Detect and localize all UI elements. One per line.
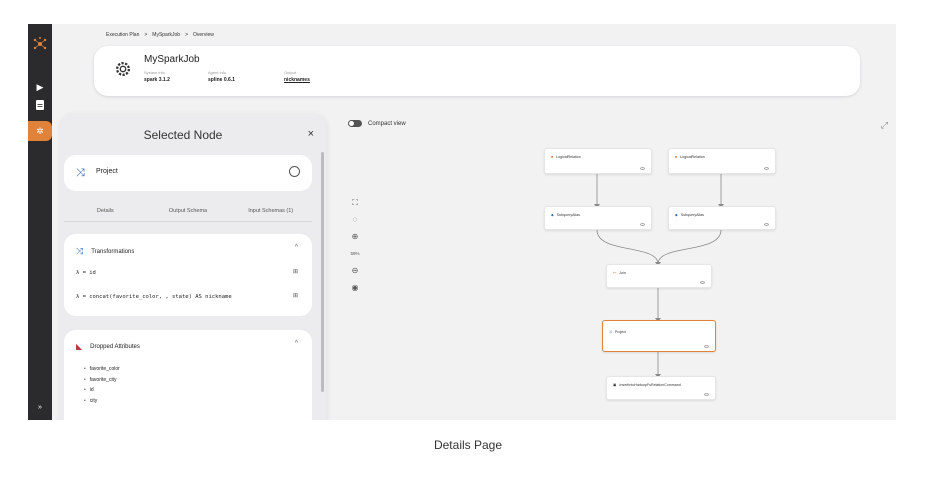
system-info-value: spark 3.1.2 <box>144 77 170 83</box>
node-label: Join <box>619 271 626 275</box>
agent-info-value: spline 0.6.1 <box>208 77 235 83</box>
tag-icon: ◆ <box>551 213 554 217</box>
shuffle-icon: ⤨ <box>609 330 612 334</box>
breadcrumb-separator: > <box>185 32 188 38</box>
gear-icon <box>116 62 130 76</box>
selected-node-label: Project <box>96 168 118 175</box>
breadcrumb-overview[interactable]: Overview <box>193 32 214 38</box>
list-item: favorite_city <box>84 377 120 383</box>
system-info-label: System info <box>144 70 165 75</box>
selected-node-panel: Selected Node × ⤨ Project Details Output… <box>58 114 326 420</box>
dropped-attributes-list: favorite_color favorite_city id city <box>84 366 120 408</box>
spline-logo-icon[interactable] <box>32 36 48 52</box>
node-label: SubqueryAlias <box>556 213 580 217</box>
panel-title: Selected Node <box>143 128 223 142</box>
dropped-attributes-title: Dropped Attributes <box>90 343 140 350</box>
eye-icon[interactable] <box>764 167 769 170</box>
eye-icon[interactable] <box>640 167 645 170</box>
list-item: city <box>84 398 120 404</box>
save-icon: ▣ <box>613 383 617 387</box>
graph-node-project-selected[interactable]: ⤨ Project <box>602 320 716 352</box>
breadcrumb: Execution Plan > MySparkJob > Overview <box>106 32 214 38</box>
node-label: InsertIntoHadoopFsRelationCommand <box>619 383 681 387</box>
output-link[interactable]: nicknames <box>284 77 310 83</box>
panel-tabs: Details Output Schema Input Schemas (1) <box>64 202 312 222</box>
collapse-caret-icon[interactable]: ^ <box>295 244 298 251</box>
breadcrumb-separator: > <box>144 32 148 38</box>
transformation-row: λ = concat(favorite_color, , state) AS n… <box>76 294 232 300</box>
close-icon[interactable]: × <box>308 128 314 140</box>
job-title: MySparkJob <box>144 54 200 65</box>
graph-node-insert-into[interactable]: ▣ InsertIntoHadoopFsRelationCommand <box>606 376 716 400</box>
table-icon: ■ <box>675 155 678 159</box>
shuffle-icon: ⤨ <box>76 167 85 179</box>
app-screenshot: ▶ ✲ » Execution Plan > MySparkJob > Over… <box>28 24 896 420</box>
left-rail: ▶ ✲ » <box>28 24 52 420</box>
tab-details[interactable]: Details <box>64 202 147 222</box>
table-icon: ■ <box>551 155 554 159</box>
transformation-row: λ = id <box>76 270 96 276</box>
locate-node-icon[interactable] <box>289 166 300 177</box>
tag-icon: ◣ <box>76 342 83 351</box>
transformations-section: ⤨ Transformations ^ λ = id ⊞ λ = concat(… <box>64 234 312 316</box>
eye-icon[interactable] <box>700 281 705 284</box>
tab-input-schemas[interactable]: Input Schemas (1) <box>229 202 312 222</box>
node-label: SubqueryAlias <box>680 213 704 217</box>
node-label: LogicalRelation <box>556 155 581 159</box>
graph-node-logical-relation[interactable]: ■ LogicalRelation <box>544 148 652 174</box>
lineage-graph: Compact view ⤢ ⛶ ◌ ⊕ 59% ⊖ ◉ ■ LogicalRe… <box>328 114 896 420</box>
graph-node-join[interactable]: ⊢ Join <box>606 264 712 288</box>
node-label: Project <box>614 330 627 334</box>
tag-icon: ◆ <box>675 213 678 217</box>
join-icon: ⊢ <box>613 271 617 275</box>
graph-node-subquery-alias[interactable]: ◆ SubqueryAlias <box>544 206 652 230</box>
document-icon[interactable] <box>33 98 47 112</box>
dropped-attributes-section: ◣ Dropped Attributes ^ favorite_color fa… <box>64 330 312 420</box>
graph-node-subquery-alias[interactable]: ◆ SubqueryAlias <box>668 206 776 230</box>
graph-node-logical-relation[interactable]: ■ LogicalRelation <box>668 148 776 174</box>
job-info-card: MySparkJob System info spark 3.1.2 Agent… <box>94 46 860 96</box>
output-label: Output <box>284 70 297 75</box>
eye-icon[interactable] <box>704 345 709 348</box>
panel-scrollbar[interactable] <box>321 152 324 392</box>
tab-output-schema[interactable]: Output Schema <box>147 202 230 222</box>
selected-node-card: ⤨ Project <box>64 155 312 191</box>
transformations-title: Transformations <box>91 248 135 255</box>
play-icon[interactable]: ▶ <box>33 80 47 94</box>
shuffle-icon: ⤨ <box>76 246 84 256</box>
schema-tree-icon[interactable]: ⊞ <box>293 268 298 275</box>
breadcrumb-job[interactable]: MySparkJob <box>152 32 180 38</box>
expand-rail-icon[interactable]: » <box>33 400 47 414</box>
eye-icon[interactable] <box>764 223 769 226</box>
schema-tree-icon[interactable]: ⊞ <box>293 292 298 299</box>
node-label: LogicalRelation <box>680 155 705 159</box>
figure-caption: Details Page <box>433 438 503 452</box>
eye-icon[interactable] <box>704 393 709 396</box>
list-item: id <box>84 387 120 393</box>
tabs-divider <box>64 221 312 222</box>
eye-icon[interactable] <box>640 223 645 226</box>
header: Execution Plan > MySparkJob > Overview M… <box>64 24 896 104</box>
job-settings-icon[interactable]: ✲ <box>28 121 52 141</box>
agent-info-label: Agent info <box>208 70 227 75</box>
list-item: favorite_color <box>84 366 120 372</box>
collapse-caret-icon[interactable]: ^ <box>295 340 298 347</box>
breadcrumb-execution-plan[interactable]: Execution Plan <box>106 32 139 38</box>
